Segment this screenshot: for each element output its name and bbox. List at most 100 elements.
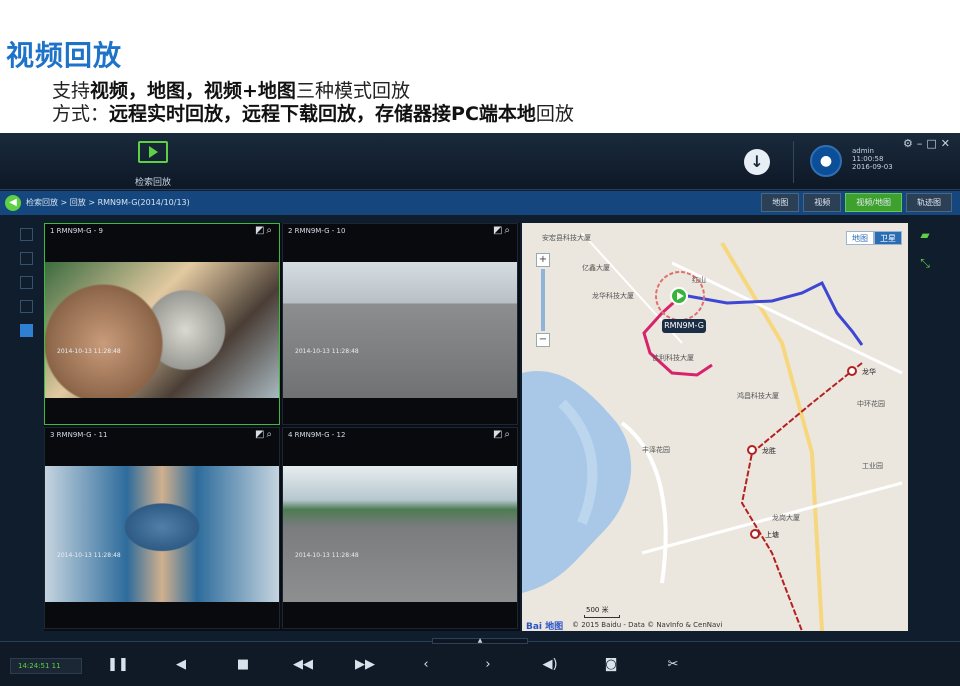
- video-osd-timestamp: 2014-10-13 11:28:48: [57, 348, 121, 355]
- expand-icon[interactable]: ⤡: [912, 256, 938, 271]
- page-title: 视频回放: [6, 39, 123, 72]
- video-channel-4[interactable]: 4 RMN9M-G - 12 ◩⌕ 2014-10-13 11:28:48: [282, 427, 518, 629]
- clock-date: 2016-09-03: [852, 163, 893, 171]
- vehicle-play-icon[interactable]: [670, 287, 688, 305]
- channel-tools: ◩⌕: [255, 225, 274, 236]
- layout-sidebar: [13, 228, 39, 348]
- layout-1plus-icon[interactable]: [19, 300, 33, 313]
- navigation-bar: ◀ 检索回放 > 回放 > RMN9M-G(2014/10/13) 地图 视频 …: [0, 191, 960, 215]
- place-label: 龙华科技大厦: [592, 292, 634, 300]
- metro-stop-label: 龙华: [862, 368, 876, 376]
- metro-stop-label: 上塘: [765, 531, 779, 539]
- metro-stop-icon: [747, 445, 757, 455]
- mode-map-button[interactable]: 地图: [761, 193, 800, 212]
- metro-stop-icon: [750, 529, 760, 539]
- collapse-handle[interactable]: ▲: [432, 638, 528, 644]
- video-frame: [283, 466, 517, 602]
- car-icon[interactable]: ▰: [912, 228, 938, 242]
- zoom-out-button[interactable]: −: [536, 333, 550, 347]
- channel-tools: ◩⌕: [493, 429, 512, 440]
- user-avatar[interactable]: ●: [810, 145, 842, 177]
- close-icon[interactable]: ✕: [941, 137, 954, 150]
- place-label: 龙岗大厦: [772, 514, 800, 522]
- minimize-icon[interactable]: –: [917, 137, 927, 150]
- breadcrumb: 检索回放 > 回放 > RMN9M-G(2014/10/13): [26, 198, 190, 207]
- zoom-slider[interactable]: [541, 269, 545, 331]
- video-frame: [45, 466, 279, 602]
- settings-icon[interactable]: ⚙: [903, 137, 917, 150]
- map-copyright: © 2015 Baidu - Data © NavInfo & CenNavi: [572, 621, 723, 629]
- back-icon[interactable]: ◀: [5, 195, 21, 211]
- place-label: 亿鑫大厦: [582, 264, 610, 272]
- camera-icon[interactable]: ◙: [600, 654, 622, 676]
- scissors-icon[interactable]: ✂: [662, 654, 684, 676]
- map-scale-bar: [584, 615, 620, 618]
- zoom-icon[interactable]: ⌕: [504, 429, 512, 440]
- layout-1x1-icon[interactable]: [19, 228, 33, 241]
- zoom-icon[interactable]: ⌕: [266, 225, 274, 236]
- place-label: 鸿昌科技大厦: [737, 392, 779, 400]
- mode-video-button[interactable]: 视频: [803, 193, 842, 212]
- zoom-in-button[interactable]: +: [536, 253, 550, 267]
- channel-tools: ◩⌕: [493, 225, 512, 236]
- snapshot-icon[interactable]: ◩: [255, 225, 266, 236]
- video-grid: 1 RMN9M-G - 9 ◩⌕ 2014-10-13 11:28:48 2 R…: [44, 223, 520, 631]
- map-canvas: [522, 232, 903, 631]
- layout-2x1-icon[interactable]: [19, 252, 33, 265]
- previous-icon[interactable]: ‹: [415, 654, 437, 676]
- map-type-tabs: 地图 卫星: [846, 231, 902, 245]
- video-channel-2[interactable]: 2 RMN9M-G - 10 ◩⌕ 2014-10-13 11:28:48: [282, 223, 518, 425]
- channel-label: 2 RMN9M-G - 10: [288, 227, 346, 235]
- map-panel[interactable]: 地图 卫星 + − RMN9M-G 安宏县科技大厦 亿鑫大厦 红山 龙华科技大厦…: [522, 223, 908, 631]
- video-channel-3[interactable]: 3 RMN9M-G - 11 ◩⌕ 2014-10-13 11:28:48: [44, 427, 280, 629]
- zoom-control: + −: [536, 253, 550, 347]
- clock-time: 11:00:58: [852, 155, 884, 163]
- channel-label: 1 RMN9M-G - 9: [50, 227, 103, 235]
- zoom-icon[interactable]: ⌕: [504, 225, 512, 236]
- toolbar-divider: [793, 141, 794, 183]
- fast-forward-icon[interactable]: ▶▶: [354, 654, 376, 676]
- water-area: [522, 371, 632, 593]
- rewind-icon[interactable]: ◀◀: [292, 654, 314, 676]
- layout-3x3-icon[interactable]: [19, 276, 33, 289]
- volume-icon[interactable]: ◀): [539, 654, 561, 676]
- download-button[interactable]: ↓: [744, 149, 770, 175]
- playback-time: 14:24:51 11: [10, 658, 82, 674]
- map-tools-sidebar: ▰ ⤡: [912, 228, 938, 271]
- pause-icon[interactable]: ❚❚: [107, 654, 129, 676]
- username: admin: [852, 147, 874, 155]
- view-mode-buttons: 地图 视频 视频/地图 轨迹图: [761, 193, 952, 212]
- video-osd-timestamp: 2014-10-13 11:28:48: [57, 552, 121, 559]
- metro-stop-icon: [847, 366, 857, 376]
- playback-controls: ▲ 14:24:51 11 ❚❚ ◀ ■ ◀◀ ▶▶ ‹ › ◀) ◙ ✂: [0, 638, 960, 686]
- stop-icon[interactable]: ■: [232, 654, 254, 676]
- layout-2x2-icon[interactable]: [19, 324, 33, 337]
- snapshot-icon[interactable]: ◩: [493, 225, 504, 236]
- video-frame: [283, 262, 517, 398]
- channel-label: 3 RMN9M-G - 11: [50, 431, 108, 439]
- map-tab-map[interactable]: 地图: [846, 231, 874, 245]
- channel-tools: ◩⌕: [255, 429, 274, 440]
- maximize-icon[interactable]: □: [926, 137, 940, 150]
- place-label: 工业园: [862, 462, 883, 470]
- snapshot-icon[interactable]: ◩: [255, 429, 266, 440]
- retrieve-playback-module[interactable]: 检索回放: [128, 139, 178, 188]
- channel-label: 4 RMN9M-G - 12: [288, 431, 346, 439]
- window-controls: ⚙–□✕: [903, 137, 954, 150]
- description-line-1: 支持视频，地图，视频+地图三种模式回放: [52, 80, 410, 102]
- metro-line: [740, 362, 863, 631]
- video-channel-1[interactable]: 1 RMN9M-G - 9 ◩⌕ 2014-10-13 11:28:48: [44, 223, 280, 425]
- place-label: 丰泽花园: [642, 446, 670, 454]
- map-tab-satellite[interactable]: 卫星: [874, 231, 902, 245]
- next-icon[interactable]: ›: [477, 654, 499, 676]
- mode-track-button[interactable]: 轨迹图: [906, 193, 952, 212]
- zoom-icon[interactable]: ⌕: [266, 429, 274, 440]
- video-osd-timestamp: 2014-10-13 11:28:48: [295, 348, 359, 355]
- step-back-icon[interactable]: ◀: [170, 654, 192, 676]
- place-label: 安宏县科技大厦: [542, 234, 591, 242]
- place-label: 中环花园: [857, 400, 885, 408]
- mode-video-map-button[interactable]: 视频/地图: [845, 193, 902, 212]
- snapshot-icon[interactable]: ◩: [493, 429, 504, 440]
- video-frame: [45, 262, 279, 398]
- user-info: admin 11:00:58 2016-09-03: [852, 147, 893, 171]
